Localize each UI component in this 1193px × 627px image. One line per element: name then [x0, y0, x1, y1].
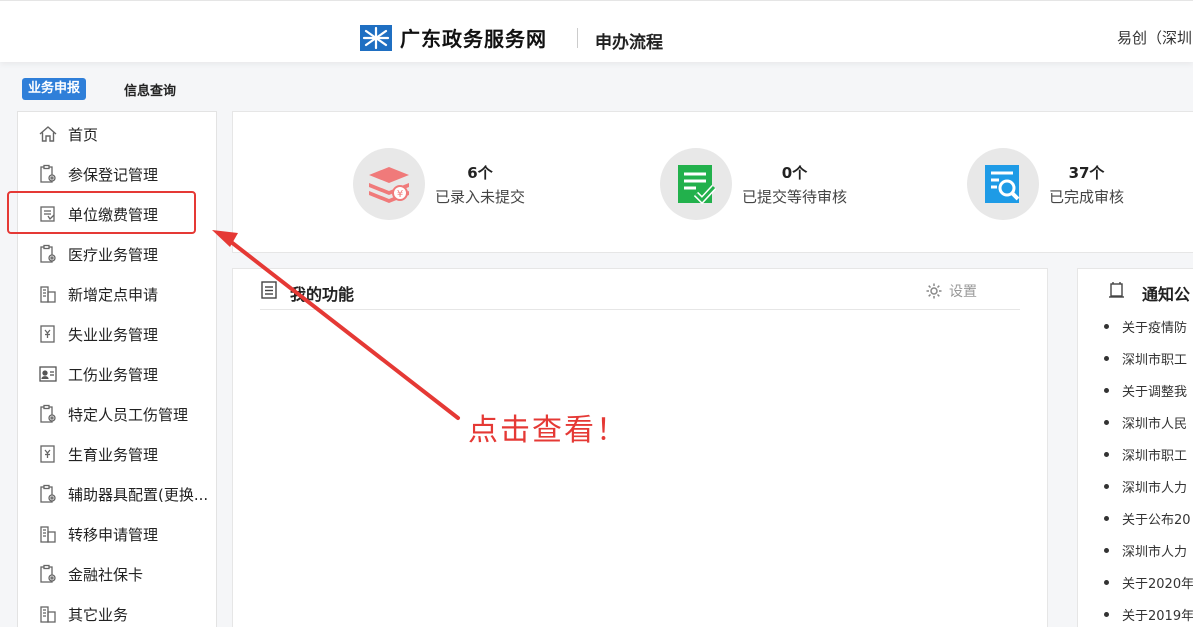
notice-item[interactable]: 深圳市职工 [1104, 444, 1187, 464]
sidebar-item-label: 转移申请管理 [68, 525, 159, 544]
notice-item[interactable]: 深圳市人民 [1104, 412, 1187, 432]
sidebar-item-assistive-devices[interactable]: 辅助器具配置(更换... [18, 474, 216, 514]
tab-business-declaration[interactable]: 业务申报 [22, 78, 87, 100]
clipboard-gear-icon [40, 484, 56, 503]
sidebar-item-unemployment[interactable]: 失业业务管理 [18, 314, 216, 354]
settings-label: 设置 [949, 284, 977, 300]
clipboard-gear-icon [40, 244, 56, 263]
invoice-icon [40, 206, 55, 222]
stat-icon-circle: ¥ [353, 148, 425, 220]
clipboard-gear-icon [40, 564, 56, 583]
document-check-icon [678, 165, 716, 205]
yen-document-icon [40, 325, 55, 343]
sidebar-item-other[interactable]: 其它业务 [18, 594, 216, 627]
notice-item[interactable]: 关于疫情防 [1104, 316, 1187, 336]
sidebar-item-label: 工伤业务管理 [68, 365, 159, 384]
stat-pending[interactable]: 0个 已提交等待审核 [660, 148, 847, 220]
header-divider [577, 28, 578, 48]
sidebar-item-medical[interactable]: 医疗业务管理 [18, 234, 216, 274]
my-functions-panel: 我的功能 设置 [232, 268, 1048, 627]
clipboard-gear-icon [40, 404, 56, 423]
building-icon [40, 286, 56, 303]
top-header: 广东政务服务网 申办流程 易创（深圳 [0, 0, 1193, 62]
sidebar-item-label: 辅助器具配置(更换... [68, 485, 209, 504]
sidebar-item-insurance-registration[interactable]: 参保登记管理 [18, 154, 216, 194]
building-icon [40, 526, 56, 543]
notice-item[interactable]: 关于调整我 [1104, 380, 1187, 400]
notice-icon [1109, 282, 1124, 298]
home-icon [39, 126, 57, 142]
notice-title: 通知公 [1142, 285, 1191, 304]
yen-document-icon [40, 445, 55, 463]
stat-draft[interactable]: ¥ 6个 已录入未提交 [353, 148, 525, 220]
sidebar-item-transfer[interactable]: 转移申请管理 [18, 514, 216, 554]
sidebar-item-special-injury[interactable]: 特定人员工伤管理 [18, 394, 216, 434]
my-functions-title: 我的功能 [290, 285, 355, 304]
sidebar-item-label: 特定人员工伤管理 [68, 405, 189, 424]
stat-count: 0个 [781, 163, 808, 182]
sidebar-item-label: 新增定点申请 [68, 285, 159, 304]
stat-completed[interactable]: 37个 已完成审核 [967, 148, 1124, 220]
stacked-layers-icon: ¥ [369, 167, 409, 203]
stats-panel: ¥ 6个 已录入未提交 0个 已提交等待审核 37个 已完成审核 [232, 111, 1193, 253]
tab-info-query[interactable]: 信息查询 [124, 80, 176, 99]
logo-icon [360, 24, 392, 51]
stat-count: 37个 [1068, 163, 1105, 182]
site-title: 广东政务服务网 [400, 27, 547, 51]
divider [260, 309, 1020, 310]
sidebar: 首页 参保登记管理 单位缴费管理 医疗业务管理 新增定点申请 失业业务管理 工伤… [17, 111, 217, 627]
gear-icon [926, 283, 942, 299]
stat-icon-circle [660, 148, 732, 220]
sidebar-item-financial-card[interactable]: 金融社保卡 [18, 554, 216, 594]
stat-label: 已提交等待审核 [742, 187, 848, 206]
sidebar-item-label: 其它业务 [68, 605, 129, 624]
sidebar-item-new-designated[interactable]: 新增定点申请 [18, 274, 216, 314]
sidebar-item-label: 金融社保卡 [68, 565, 144, 584]
notice-item[interactable]: 深圳市人力 [1104, 476, 1187, 496]
building-icon [40, 606, 56, 623]
notice-item[interactable]: 深圳市人力 [1104, 540, 1187, 560]
sidebar-item-label: 失业业务管理 [68, 325, 159, 344]
notice-item[interactable]: 关于2019年 [1104, 604, 1193, 624]
document-icon [261, 281, 277, 299]
sidebar-item-maternity[interactable]: 生育业务管理 [18, 434, 216, 474]
stat-label: 已完成审核 [1049, 187, 1125, 206]
stat-icon-circle [967, 148, 1039, 220]
sidebar-item-label: 生育业务管理 [68, 445, 159, 464]
settings-button[interactable]: 设置 [925, 281, 977, 301]
sidebar-item-label: 医疗业务管理 [68, 245, 159, 264]
annotation-text: 点击查看！ [468, 413, 628, 448]
page-subtitle: 申办流程 [595, 33, 663, 53]
stat-label: 已录入未提交 [435, 187, 526, 206]
sidebar-item-home[interactable]: 首页 [18, 114, 216, 154]
sidebar-item-work-injury[interactable]: 工伤业务管理 [18, 354, 216, 394]
document-search-icon [985, 165, 1020, 203]
svg-text:¥: ¥ [397, 189, 403, 200]
sidebar-item-unit-payment[interactable]: 单位缴费管理 [18, 194, 216, 234]
sidebar-item-label: 首页 [68, 125, 99, 144]
notice-panel: 通知公 关于疫情防 深圳市职工 关于调整我 深圳市人民 深圳市职工 深圳市人力 … [1077, 268, 1193, 627]
id-card-icon [39, 366, 57, 382]
clipboard-gear-icon [40, 164, 56, 183]
notice-item[interactable]: 关于公布20 [1104, 508, 1191, 528]
stat-count: 6个 [467, 163, 493, 182]
sidebar-item-label: 单位缴费管理 [68, 205, 159, 224]
site-logo[interactable]: 广东政务服务网 [360, 23, 547, 52]
user-name[interactable]: 易创（深圳 [1117, 27, 1192, 48]
notice-item[interactable]: 关于2020年 [1104, 572, 1193, 592]
sidebar-item-label: 参保登记管理 [68, 165, 159, 184]
notice-item[interactable]: 深圳市职工 [1104, 348, 1187, 368]
